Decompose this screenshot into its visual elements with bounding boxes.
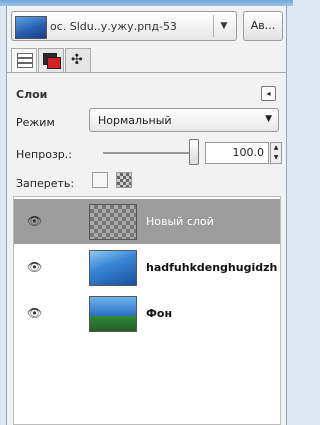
layer-name: Фон (146, 307, 173, 320)
chevron-down-icon: ▼ (265, 114, 272, 124)
opacity-slider-track[interactable] (103, 152, 197, 154)
chevron-down-icon[interactable]: ▼ (213, 15, 234, 37)
layers-list[interactable]: 👁 Новый слой 👁 hadfuhkdenghugidzh 👁 Фон (13, 196, 281, 425)
eye-icon[interactable]: 👁 (27, 214, 42, 228)
dock-tabs: ✣ (11, 48, 92, 72)
mode-select[interactable]: Нормальный ▼ (89, 108, 279, 132)
configure-tab-icon[interactable]: ◂ (261, 86, 276, 101)
lock-alpha-toggle[interactable] (116, 172, 132, 188)
opacity-label: Непрозр.: (16, 148, 72, 161)
section-title: Слои (16, 88, 48, 101)
layer-row[interactable]: 👁 Фон (14, 291, 280, 336)
layer-thumbnail (89, 296, 137, 332)
tab-paths[interactable]: ✣ (65, 48, 91, 72)
opacity-slider-handle[interactable] (189, 139, 199, 165)
mode-label: Режим (16, 116, 55, 129)
paths-icon: ✣ (71, 52, 83, 68)
opacity-input[interactable]: 100.0 (205, 142, 269, 164)
layer-name: Новый слой (146, 215, 214, 228)
image-thumbnail (15, 16, 47, 39)
layer-thumbnail (89, 204, 137, 240)
auto-button[interactable]: Ав... (243, 11, 283, 41)
tab-layers[interactable] (11, 48, 37, 72)
eye-icon[interactable]: 👁 (27, 306, 42, 320)
tab-channels[interactable] (38, 48, 64, 72)
tabs-divider (7, 72, 286, 73)
layer-name: hadfuhkdenghugidzh (146, 261, 278, 274)
layer-row[interactable]: 👁 hadfuhkdenghugidzh (14, 245, 280, 290)
lock-label: Запереть: (16, 177, 75, 190)
layer-row[interactable]: 👁 Новый слой (14, 199, 280, 244)
image-selector-label: ос. Sldu..у.ужу.рпд-53 (50, 20, 177, 33)
layer-thumbnail (89, 250, 137, 286)
mode-value: Нормальный (98, 114, 172, 127)
image-selector[interactable]: ос. Sldu..у.ужу.рпд-53 ▼ (11, 11, 237, 41)
layers-dock-panel: ос. Sldu..у.ужу.рпд-53 ▼ Ав... ✣ Слои ◂ … (6, 6, 287, 425)
lock-pixels-toggle[interactable] (92, 172, 108, 188)
opacity-spinner[interactable]: ▲ ▼ (270, 142, 282, 164)
eye-icon[interactable]: 👁 (27, 260, 42, 274)
